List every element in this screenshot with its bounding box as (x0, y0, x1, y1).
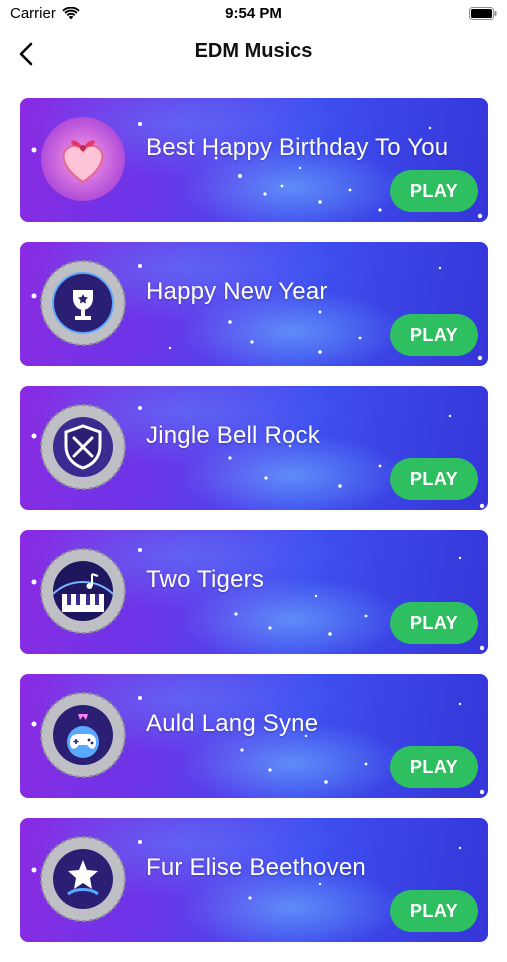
status-time: 9:54 PM (225, 5, 282, 22)
status-bar: Carrier 9:54 PM (0, 0, 507, 30)
battery-icon (469, 7, 497, 20)
shield-swords-badge-icon (40, 404, 126, 490)
play-button[interactable]: PLAY (390, 602, 478, 644)
song-title: Two Tigers (146, 566, 265, 593)
song-card: Auld Lang Syne PLAY (20, 674, 488, 798)
song-card: Jingle Bell Rock PLAY (20, 386, 488, 510)
play-button[interactable]: PLAY (390, 458, 478, 500)
song-card: Best Happy Birthday To You PLAY (20, 98, 488, 222)
navigation-bar: EDM Musics (0, 30, 507, 80)
play-button[interactable]: PLAY (390, 746, 478, 788)
song-title: Happy New Year (146, 278, 328, 305)
song-title: Fur Elise Beethoven (146, 854, 366, 881)
song-card: Happy New Year PLAY (20, 242, 488, 366)
song-title: Jingle Bell Rock (146, 422, 320, 449)
play-button[interactable]: PLAY (390, 890, 478, 932)
star-badge-icon (40, 836, 126, 922)
song-title: Auld Lang Syne (146, 710, 319, 737)
play-button[interactable]: PLAY (390, 170, 478, 212)
gamepad-badge-icon (40, 692, 126, 778)
page-title: EDM Musics (194, 40, 313, 62)
song-card: Fur Elise Beethoven PLAY (20, 818, 488, 942)
trophy-badge-icon (40, 260, 126, 346)
piano-badge-icon (40, 548, 126, 634)
song-card: Two Tigers PLAY (20, 530, 488, 654)
play-button[interactable]: PLAY (390, 314, 478, 356)
song-title: Best Happy Birthday To You (146, 134, 449, 161)
gift-heart-icon (41, 117, 125, 201)
song-list: Best Happy Birthday To You PLAY Happy Ne… (20, 98, 488, 962)
